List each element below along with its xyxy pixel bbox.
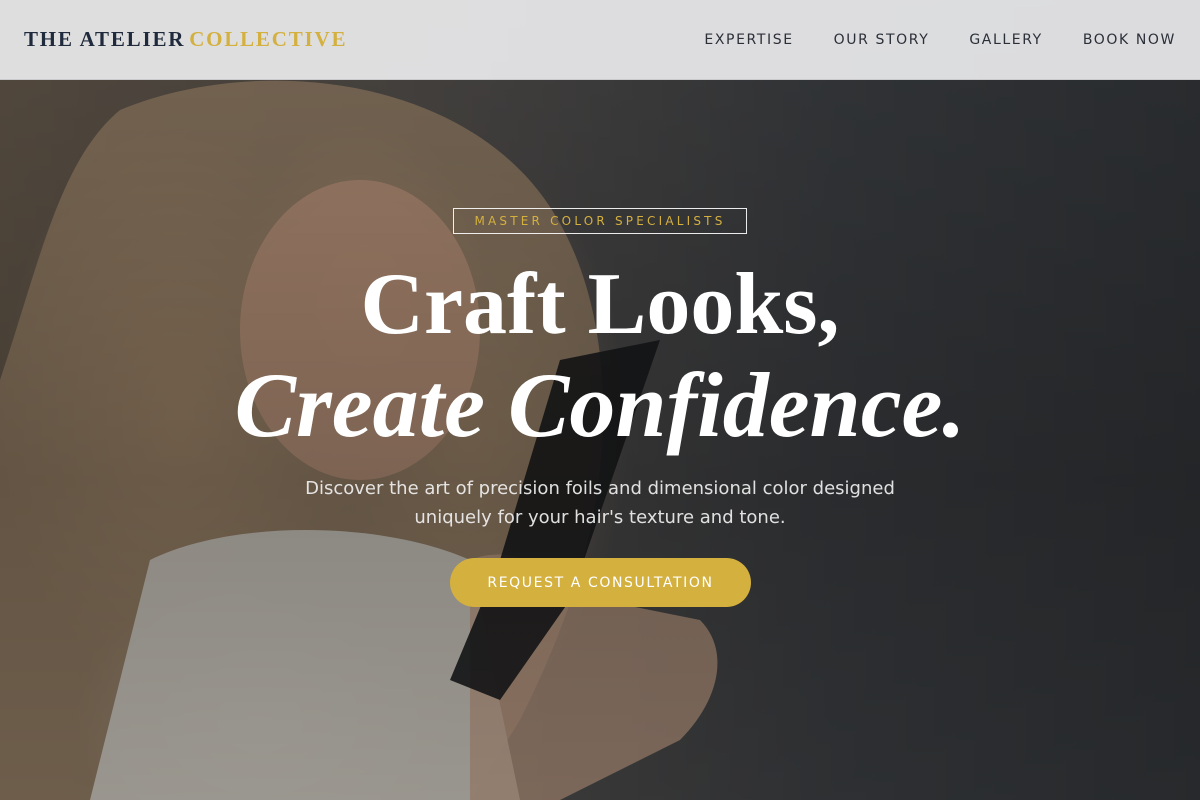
headline-line-1: Craft Looks,	[360, 256, 840, 353]
hero-subtitle: Discover the art of precision foils and …	[305, 478, 895, 528]
hero-eyebrow-badge: MASTER COLOR SPECIALISTS	[453, 208, 747, 234]
headline-line-2: Create Confidence.	[234, 354, 966, 456]
request-consultation-button[interactable]: REQUEST A CONSULTATION	[450, 558, 751, 607]
hero-headline: Craft Looks, Create Confidence.	[0, 255, 1200, 455]
hero-content: MASTER COLOR SPECIALISTS Craft Looks, Cr…	[0, 0, 1200, 800]
